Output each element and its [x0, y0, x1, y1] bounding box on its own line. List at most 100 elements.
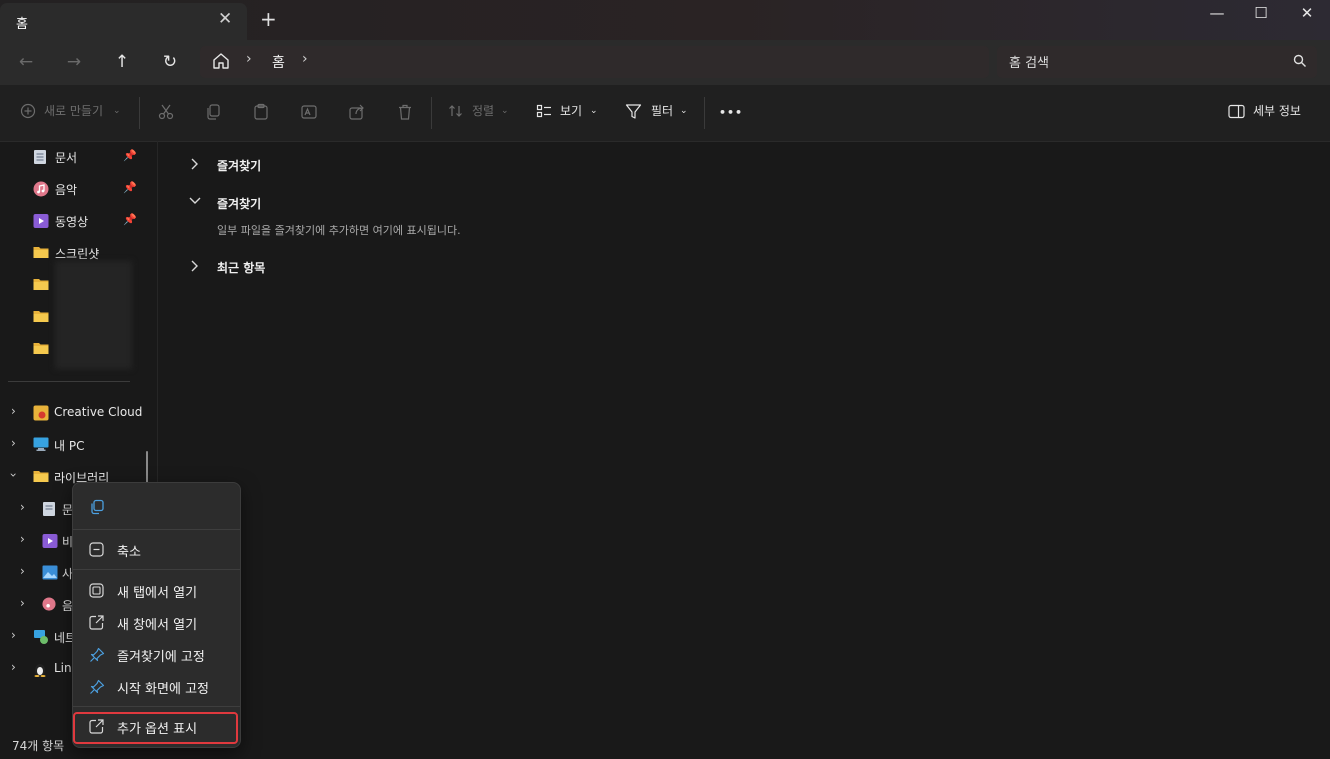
folder-icon: [33, 309, 49, 327]
menu-item-label: 시작 화면에 고정: [117, 682, 209, 697]
menu-item-label: 축소: [117, 545, 141, 560]
chevron-right-icon[interactable]: [188, 259, 200, 276]
chevron-down-icon: ⌄: [113, 106, 121, 116]
details-label: 세부 정보: [1253, 104, 1301, 118]
minimize-button[interactable]: —: [1194, 0, 1240, 28]
item-count: 74개 항목: [12, 739, 65, 753]
paste-icon[interactable]: [252, 103, 270, 125]
search-input[interactable]: [1007, 52, 1281, 74]
address-bar[interactable]: › 홈 ›: [200, 46, 989, 78]
pin-favorites-menu-item[interactable]: 즐겨찾기에 고정: [79, 641, 234, 669]
chevron-right-icon[interactable]: ›: [20, 500, 25, 514]
share-icon[interactable]: [348, 103, 366, 125]
search-icon[interactable]: [1293, 54, 1307, 72]
document-icon: [33, 149, 47, 169]
details-pane-icon: [1228, 104, 1245, 125]
copy-icon[interactable]: [204, 103, 222, 125]
sidebar-item-videos[interactable]: 동영상 📌: [0, 207, 157, 235]
picture-icon: [42, 565, 58, 584]
sidebar-item-creative-cloud[interactable]: › Creative Cloud: [0, 399, 157, 427]
maximize-button[interactable]: ☐: [1238, 0, 1284, 28]
sidebar-item-music[interactable]: 음악 📌: [0, 175, 157, 203]
chevron-right-icon[interactable]: ›: [20, 564, 25, 578]
menu-separator: [73, 529, 240, 530]
new-item-button[interactable]: 새로 만들기 ⌄: [20, 103, 125, 125]
sort-button[interactable]: 정렬 ⌄: [448, 103, 513, 125]
close-window-button[interactable]: ✕: [1284, 0, 1330, 28]
tab-title: 홈: [16, 17, 28, 32]
breadcrumb-separator[interactable]: ›: [302, 51, 308, 67]
pin-icon: [89, 647, 105, 667]
music-icon: [33, 181, 49, 201]
open-new-window-menu-item[interactable]: 새 창에서 열기: [79, 609, 234, 637]
tab-close-icon[interactable]: ✕: [218, 9, 232, 29]
chevron-right-icon[interactable]: ›: [20, 532, 25, 546]
chevron-down-icon[interactable]: [188, 195, 202, 210]
folder-icon: [33, 341, 49, 359]
section-title: 즐겨찾기: [217, 197, 262, 211]
menu-item-label: 즐겨찾기에 고정: [117, 650, 205, 665]
redacted-area: [55, 261, 132, 369]
toolbar-divider: [139, 97, 140, 129]
chevron-right-icon[interactable]: ›: [11, 404, 16, 418]
sidebar-divider: [8, 381, 130, 382]
chevron-down-icon: ⌄: [501, 106, 509, 116]
menu-item-label: 추가 옵션 표시: [117, 722, 198, 737]
section-title: 최근 항목: [217, 261, 266, 275]
rename-icon[interactable]: [300, 103, 318, 125]
chevron-down-icon[interactable]: ›: [6, 473, 20, 478]
main-content: 즐겨찾기 즐겨찾기 일부 파일을 즐겨찾기에 추가하면 여기에 표시됩니다. 최…: [158, 141, 1330, 731]
new-tab-button[interactable]: +: [260, 8, 277, 30]
show-more-options-menu-item[interactable]: 추가 옵션 표시: [73, 712, 238, 744]
details-pane-button[interactable]: 세부 정보: [1228, 103, 1313, 125]
up-button[interactable]: ↑: [108, 50, 136, 74]
document-icon: [42, 501, 56, 521]
sidebar-item-label: Creative Cloud: [54, 405, 143, 419]
breadcrumb-home[interactable]: 홈: [272, 52, 285, 72]
section-title: 즐겨찾기: [217, 159, 262, 173]
sidebar-item-label: 동영상: [55, 215, 89, 229]
open-new-tab-menu-item[interactable]: 새 탭에서 열기: [79, 577, 234, 605]
sidebar-item-documents[interactable]: 문서 📌: [0, 143, 157, 171]
sidebar-item-label: 내 PC: [54, 439, 85, 453]
chevron-right-icon[interactable]: ›: [20, 596, 25, 610]
chevron-right-icon[interactable]: ›: [11, 660, 16, 674]
pin-icon: 📌: [123, 149, 137, 162]
delete-icon[interactable]: [396, 103, 414, 125]
chevron-right-icon[interactable]: ›: [11, 436, 16, 450]
more-options-button[interactable]: •••: [719, 103, 743, 125]
menu-item-label: 새 탭에서 열기: [117, 586, 198, 601]
chevron-down-icon: ⌄: [680, 106, 688, 116]
menu-separator: [73, 706, 240, 707]
empty-favorites-message: 일부 파일을 즐겨찾기에 추가하면 여기에 표시됩니다.: [217, 224, 461, 237]
toolbar-divider: [704, 97, 705, 129]
view-list-icon: [536, 103, 552, 125]
pin-start-menu-item[interactable]: 시작 화면에 고정: [79, 673, 234, 701]
chevron-right-icon[interactable]: [188, 157, 200, 174]
title-bar: 홈 ✕ + — ☐ ✕: [0, 0, 1330, 40]
collapse-menu-item[interactable]: 축소: [79, 536, 234, 564]
sort-label: 정렬: [472, 104, 495, 118]
tab-home[interactable]: 홈 ✕: [0, 3, 247, 40]
cut-icon[interactable]: [157, 103, 175, 125]
forward-button[interactable]: →: [60, 50, 88, 74]
filter-button[interactable]: 필터 ⌄: [625, 103, 690, 125]
breadcrumb-separator[interactable]: ›: [246, 51, 252, 67]
command-bar: 새로 만들기 ⌄ 정렬 ⌄ 보기 ⌄ 필터 ⌄ ••• 세부 정보: [0, 85, 1330, 142]
sidebar-item-label: 문서: [55, 151, 78, 165]
copy-icon[interactable]: [89, 499, 105, 519]
collapse-icon: [89, 542, 104, 561]
pin-icon: 📌: [123, 181, 137, 194]
back-button[interactable]: ←: [12, 50, 40, 74]
home-icon[interactable]: [212, 52, 230, 74]
refresh-button[interactable]: ↻: [156, 50, 184, 74]
chevron-right-icon[interactable]: ›: [11, 628, 16, 642]
folder-icon: [33, 277, 49, 295]
menu-item-label: 새 창에서 열기: [117, 618, 198, 633]
filter-label: 필터: [651, 104, 674, 118]
view-button[interactable]: 보기 ⌄: [536, 103, 601, 125]
music-icon: [42, 597, 56, 615]
search-box[interactable]: [997, 46, 1317, 78]
sidebar-item-this-pc[interactable]: › 내 PC: [0, 431, 157, 459]
linux-icon: [33, 661, 47, 681]
